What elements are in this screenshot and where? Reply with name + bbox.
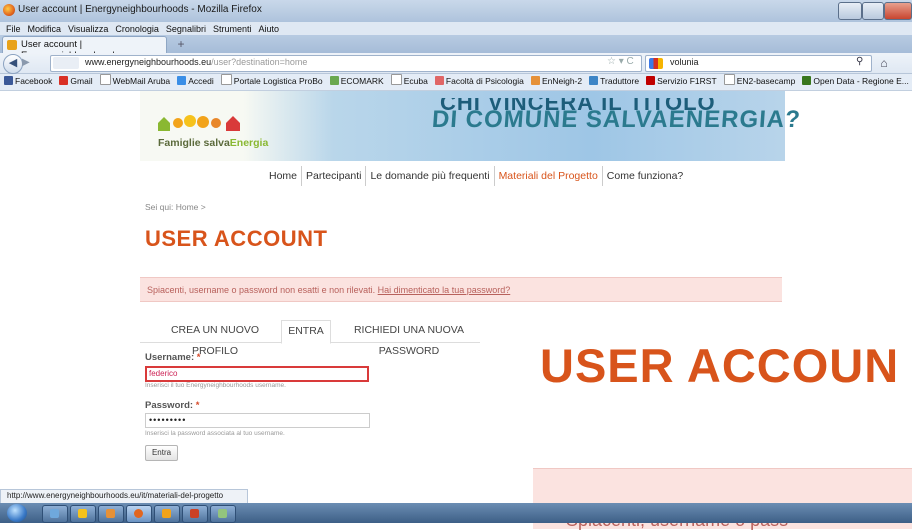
maximize-button[interactable] [862,2,884,20]
open-data-icon [802,76,812,85]
bookmark-facebook[interactable]: Facebook [4,74,52,89]
menu-bar: File Modifica Visualizza Cronologia Segnalib… [0,22,912,35]
taskbar-app3-icon[interactable] [210,505,236,523]
error-message: Spiacenti, username o password non esatt… [147,285,511,295]
university-icon [434,76,444,85]
taskbar-explorer-icon[interactable] [42,505,68,523]
back-arrow-icon[interactable]: ◀ [3,54,23,74]
login-submit-button[interactable]: Entra [145,445,178,461]
menu-segnalibri[interactable]: Segnalibri [166,24,206,34]
nav-come-funziona[interactable]: Come funziona? [603,166,687,186]
nav-materiali[interactable]: Materiali del Progetto [495,166,603,186]
bookmark-star-icon[interactable]: ☆ ▾ C [607,56,634,67]
page-title: USER ACCOUNT [145,226,328,251]
window-title: User account | Energyneighbourhoods - Mo… [18,4,262,15]
breadcrumb[interactable]: Sei qui: Home > [145,202,206,212]
bookmark-servizio-f1rst[interactable]: Servizio F1RST [646,74,717,89]
search-engine-icon[interactable] [649,58,663,69]
bookmarks-toolbar: Facebook Gmail WebMail Aruba Accedi Port… [0,74,912,91]
account-tabs: CREA UN NUOVO PROFILO ENTRA RICHIEDI UNA… [140,320,482,357]
nav-faq[interactable]: Le domande più frequenti [366,166,495,186]
tab-create-profile[interactable]: CREA UN NUOVO PROFILO [150,320,280,357]
page-icon [723,74,735,85]
site-favicon-icon [7,40,17,50]
taskbar-app-icon[interactable] [154,505,180,523]
logo-wordmark: Famiglie salvaEnergia [158,137,269,149]
taskbar-media-icon[interactable] [98,505,124,523]
page-icon [220,74,232,85]
nav-partecipanti[interactable]: Partecipanti [302,166,367,186]
f1rst-icon [646,76,656,85]
family-houses-logo-icon [158,115,240,131]
bookmark-ecuba[interactable]: Ecuba [390,74,428,89]
password-input[interactable]: ••••••••• [145,413,370,428]
site-identity-icon[interactable] [53,57,79,69]
home-icon[interactable]: ⌂ [876,55,892,71]
bookmark-gmail[interactable]: Gmail [59,74,93,89]
search-box[interactable]: volunia ⚲ [645,55,872,72]
navigation-bar: ◀ ▶ www.energyneighbourhoods.eu/user?des… [0,53,912,74]
username-label: Username: * [145,352,201,363]
address-bar[interactable]: www.energyneighbourhoods.eu/user?destina… [50,55,642,72]
new-tab-button[interactable]: + [174,38,188,51]
close-window-button[interactable] [884,2,912,20]
page-icon [99,74,111,85]
search-input-value[interactable]: volunia [670,57,699,67]
bookmark-en2-basecamp[interactable]: EN2-basecamp [723,74,795,89]
start-button-icon[interactable] [7,504,27,522]
menu-aiuto[interactable]: Aiuto [258,24,279,34]
taskbar-folder-icon[interactable] [70,505,96,523]
nav-home[interactable]: Home [265,166,303,186]
bookmark-webmail-aruba[interactable]: WebMail Aruba [99,74,170,89]
window-title-bar: User account | Energyneighbourhoods - Mo… [0,0,912,22]
bookmark-portale-logistica[interactable]: Portale Logistica ProBo [220,74,323,89]
tab-request-password[interactable]: RICHIEDI UNA NUOVA PASSWORD [336,320,482,357]
accedi-icon [177,76,187,85]
gmail-icon [59,76,69,85]
translate-icon [589,76,599,85]
bookmark-enneigh-2[interactable]: EnNeigh-2 [530,74,582,89]
menu-modifica[interactable]: Modifica [28,24,62,34]
banner-slogan-line2: DI COMUNE SALVAENERGIA? [431,106,802,133]
menu-cronologia[interactable]: Cronologia [115,24,159,34]
bookmark-ecomark[interactable]: ECOMARK [329,74,384,89]
bookmark-open-data[interactable]: Open Data - Regione E... [802,74,909,89]
windows-taskbar [0,503,912,523]
bookmark-traduttore[interactable]: Traduttore [589,74,639,89]
tab-login[interactable]: ENTRA [281,320,331,344]
status-url: http://www.energyneighbourhoods.eu/it/ma… [7,491,224,500]
main-navigation: Home Partecipanti Le domande più frequenti… [265,166,687,186]
page-icon [390,74,402,85]
url-text: www.energyneighbourhoods.eu/user?destina… [85,57,308,67]
minimize-button[interactable] [838,2,862,20]
status-bar: http://www.energyneighbourhoods.eu/it/ma… [0,489,248,504]
search-icon[interactable]: ⚲ [856,56,863,67]
facebook-icon [4,76,13,85]
firefox-icon [3,4,15,16]
menu-strumenti[interactable]: Strumenti [213,24,252,34]
bookmark-facolta-psicologia[interactable]: Facoltà di Psicologia [434,74,524,89]
ecomark-icon [329,76,339,85]
browser-tab[interactable]: User account | Energyneighbourhoods [2,36,167,61]
taskbar-app2-icon[interactable] [182,505,208,523]
username-input[interactable]: federico [145,366,369,382]
menu-file[interactable]: File [6,24,21,34]
username-help: Inserisci il tuo Energyneighbourhoods us… [145,382,286,389]
forward-arrow-icon[interactable]: ▶ [22,57,34,69]
zoomed-page-title: USER ACCOUN [540,339,900,392]
bookmark-accedi[interactable]: Accedi [177,74,214,89]
password-help: Inserisci la password associata al tuo u… [145,430,285,437]
taskbar-firefox-icon[interactable] [126,505,152,523]
enneigh-icon [530,76,540,85]
error-message-box: Spiacenti, username o password non esatt… [140,277,782,302]
menu-visualizza[interactable]: Visualizza [68,24,108,34]
password-label: Password: * [145,400,200,411]
forgot-password-link[interactable]: Hai dimenticato la tua password? [378,285,511,295]
